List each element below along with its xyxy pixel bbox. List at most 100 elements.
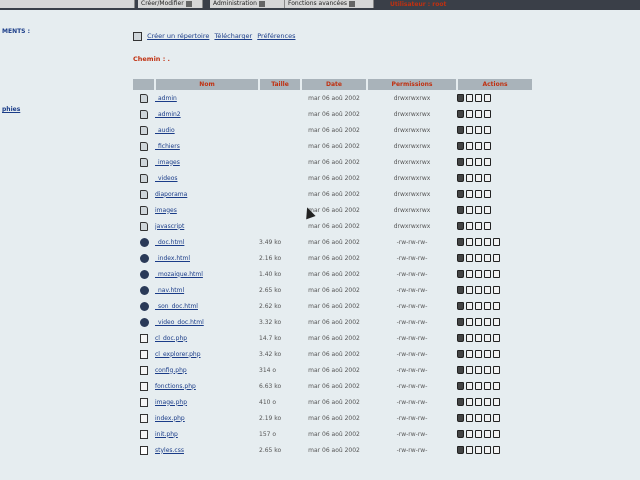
info-icon[interactable] — [484, 190, 491, 198]
menu-advanced[interactable]: Fonctions avancées — [285, 0, 374, 8]
rename-icon[interactable] — [466, 190, 473, 198]
edit-icon[interactable] — [493, 430, 500, 438]
file-name-link[interactable]: fonctions.php — [155, 383, 196, 390]
copy-icon[interactable] — [475, 94, 482, 102]
copy-icon[interactable] — [475, 142, 482, 150]
trash-icon[interactable] — [457, 334, 464, 342]
edit-icon[interactable] — [493, 318, 500, 326]
edit-icon[interactable] — [493, 286, 500, 294]
rename-icon[interactable] — [466, 382, 473, 390]
upload-link[interactable]: Télécharger — [214, 32, 252, 40]
copy-icon[interactable] — [475, 446, 482, 454]
rename-icon[interactable] — [466, 238, 473, 246]
copy-icon[interactable] — [475, 414, 482, 422]
info-icon[interactable] — [484, 94, 491, 102]
edit-icon[interactable] — [493, 302, 500, 310]
info-icon[interactable] — [484, 382, 491, 390]
edit-icon[interactable] — [493, 270, 500, 278]
rename-icon[interactable] — [466, 174, 473, 182]
trash-icon[interactable] — [457, 430, 464, 438]
menu-administration[interactable]: Administration — [210, 0, 285, 8]
file-name-link[interactable]: _son_doc.html — [155, 303, 198, 310]
rename-icon[interactable] — [466, 302, 473, 310]
info-icon[interactable] — [484, 398, 491, 406]
rename-icon[interactable] — [466, 254, 473, 262]
trash-icon[interactable] — [457, 350, 464, 358]
info-icon[interactable] — [484, 254, 491, 262]
trash-icon[interactable] — [457, 302, 464, 310]
header-size[interactable]: Taille — [259, 79, 302, 90]
copy-icon[interactable] — [475, 174, 482, 182]
rename-icon[interactable] — [466, 110, 473, 118]
info-icon[interactable] — [484, 126, 491, 134]
rename-icon[interactable] — [466, 334, 473, 342]
file-name-link[interactable]: _nav.html — [155, 287, 184, 294]
copy-icon[interactable] — [475, 350, 482, 358]
info-icon[interactable] — [484, 366, 491, 374]
copy-icon[interactable] — [475, 318, 482, 326]
trash-icon[interactable] — [457, 366, 464, 374]
trash-icon[interactable] — [457, 94, 464, 102]
file-name-link[interactable]: _audio — [155, 127, 175, 134]
trash-icon[interactable] — [457, 398, 464, 406]
rename-icon[interactable] — [466, 366, 473, 374]
info-icon[interactable] — [484, 206, 491, 214]
copy-icon[interactable] — [475, 334, 482, 342]
file-name-link[interactable]: _admin2 — [155, 111, 181, 118]
file-name-link[interactable]: cl_explorer.php — [155, 351, 201, 358]
copy-icon[interactable] — [475, 126, 482, 134]
trash-icon[interactable] — [457, 446, 464, 454]
trash-icon[interactable] — [457, 206, 464, 214]
copy-icon[interactable] — [475, 286, 482, 294]
file-name-link[interactable]: index.php — [155, 415, 185, 422]
copy-icon[interactable] — [475, 110, 482, 118]
edit-icon[interactable] — [493, 350, 500, 358]
trash-icon[interactable] — [457, 254, 464, 262]
copy-icon[interactable] — [475, 238, 482, 246]
info-icon[interactable] — [484, 238, 491, 246]
file-name-link[interactable]: _index.html — [155, 255, 190, 262]
rename-icon[interactable] — [466, 270, 473, 278]
trash-icon[interactable] — [457, 238, 464, 246]
header-name[interactable]: Nom — [155, 79, 260, 90]
file-name-link[interactable]: _videos — [155, 175, 178, 182]
info-icon[interactable] — [484, 334, 491, 342]
file-name-link[interactable]: config.php — [155, 367, 187, 374]
header-date[interactable]: Date — [301, 79, 368, 90]
trash-icon[interactable] — [457, 318, 464, 326]
trash-icon[interactable] — [457, 142, 464, 150]
edit-icon[interactable] — [493, 334, 500, 342]
edit-icon[interactable] — [493, 382, 500, 390]
info-icon[interactable] — [484, 318, 491, 326]
info-icon[interactable] — [484, 414, 491, 422]
trash-icon[interactable] — [457, 286, 464, 294]
trash-icon[interactable] — [457, 414, 464, 422]
rename-icon[interactable] — [466, 446, 473, 454]
file-name-link[interactable]: init.php — [155, 431, 178, 438]
trash-icon[interactable] — [457, 190, 464, 198]
rename-icon[interactable] — [466, 286, 473, 294]
header-permissions[interactable]: Permissions — [367, 79, 458, 90]
rename-icon[interactable] — [466, 222, 473, 230]
copy-icon[interactable] — [475, 206, 482, 214]
trash-icon[interactable] — [457, 158, 464, 166]
info-icon[interactable] — [484, 158, 491, 166]
rename-icon[interactable] — [466, 206, 473, 214]
edit-icon[interactable] — [493, 446, 500, 454]
copy-icon[interactable] — [475, 190, 482, 198]
rename-icon[interactable] — [466, 414, 473, 422]
file-name-link[interactable]: _mozaique.html — [155, 271, 203, 278]
copy-icon[interactable] — [475, 222, 482, 230]
file-name-link[interactable]: _video_doc.html — [155, 319, 204, 326]
create-directory-link[interactable]: Créer un répertoire — [147, 32, 209, 40]
left-nav-link[interactable]: phies — [2, 106, 20, 113]
file-name-link[interactable]: styles.css — [155, 447, 184, 454]
info-icon[interactable] — [484, 110, 491, 118]
rename-icon[interactable] — [466, 398, 473, 406]
info-icon[interactable] — [484, 270, 491, 278]
info-icon[interactable] — [484, 222, 491, 230]
copy-icon[interactable] — [475, 254, 482, 262]
rename-icon[interactable] — [466, 126, 473, 134]
trash-icon[interactable] — [457, 174, 464, 182]
copy-icon[interactable] — [475, 270, 482, 278]
